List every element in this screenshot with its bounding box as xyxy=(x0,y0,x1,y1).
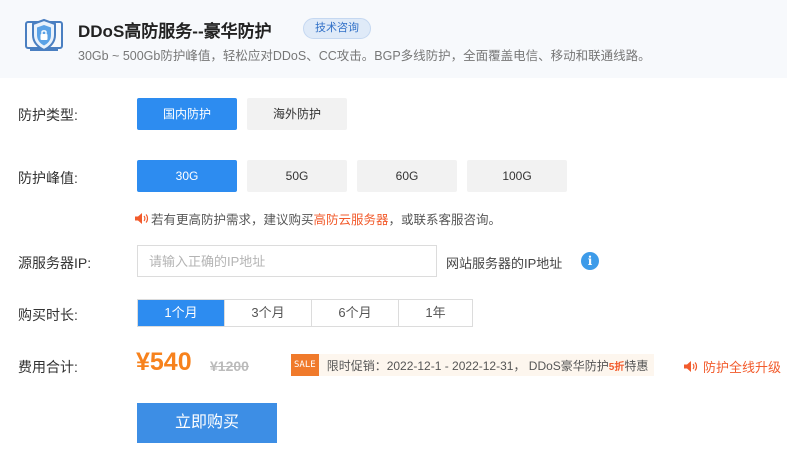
source-ip-label: 源服务器IP: xyxy=(18,255,92,271)
duration-6-months[interactable]: 6个月 xyxy=(312,300,399,326)
duration-label: 购买时长: xyxy=(18,307,78,323)
peak-note-text: 若有更高防护需求，建议购买 xyxy=(151,213,314,227)
option-peak-60g[interactable]: 60G xyxy=(357,160,457,192)
consult-button[interactable]: 技术咨询 xyxy=(303,18,371,39)
high-defense-server-link[interactable]: 高防云服务器 xyxy=(314,209,389,228)
option-peak-50g[interactable]: 50G xyxy=(247,160,347,192)
original-price: ¥1200 xyxy=(210,358,249,374)
duration-1-month[interactable]: 1个月 xyxy=(138,300,225,326)
duration-selector: 1个月 3个月 6个月 1年 xyxy=(137,299,473,327)
peak-note-suffix: ，或联系客服咨询。 xyxy=(388,213,502,227)
upgrade-label: 防护全线升级 xyxy=(703,360,782,375)
peak-note: 若有更高防护需求，建议购买 高防云服务器 ，或联系客服咨询。 xyxy=(134,209,501,228)
sale-badge: SALE xyxy=(291,354,319,376)
promo-discount: 5折 xyxy=(608,361,625,373)
protection-type-label: 防护类型: xyxy=(18,107,78,123)
promo-text: 限时促销：2022-12-1 - 2022-12-31， DDoS豪华防护 xyxy=(326,358,609,373)
page-subtitle: 30Gb ~ 500Gb防护峰值，轻松应对DDoS、CC攻击。BGP多线防护，全… xyxy=(78,49,651,63)
buy-now-button[interactable]: 立即购买 xyxy=(137,403,277,443)
page-title: DDoS高防服务--豪华防护 xyxy=(78,22,272,41)
protection-peak-label: 防护峰值: xyxy=(18,170,78,186)
promo-banner: SALE 限时促销：2022-12-1 - 2022-12-31， DDoS豪华… xyxy=(291,354,655,376)
source-ip-hint: 网站服务器的IP地址 xyxy=(446,256,563,271)
promo-tail: 特惠 xyxy=(624,358,649,373)
option-peak-100g[interactable]: 100G xyxy=(467,160,567,192)
info-icon[interactable]: i xyxy=(581,252,599,270)
speaker-icon xyxy=(684,361,698,372)
duration-3-months[interactable]: 3个月 xyxy=(225,300,312,326)
option-peak-30g[interactable]: 30G xyxy=(137,160,237,192)
option-overseas-protection[interactable]: 海外防护 xyxy=(247,98,347,130)
upgrade-link[interactable]: 防护全线升级 xyxy=(683,357,781,376)
option-domestic-protection[interactable]: 国内防护 xyxy=(137,98,237,130)
total-price: ¥540 xyxy=(136,348,192,376)
duration-1-year[interactable]: 1年 xyxy=(399,300,472,326)
product-header: DDoS高防服务--豪华防护 技术咨询 30Gb ~ 500Gb防护峰值，轻松应… xyxy=(0,0,787,78)
cost-label: 费用合计: xyxy=(18,359,78,375)
speaker-icon xyxy=(135,213,149,224)
shield-icon xyxy=(25,18,63,52)
source-ip-input[interactable] xyxy=(137,245,437,277)
